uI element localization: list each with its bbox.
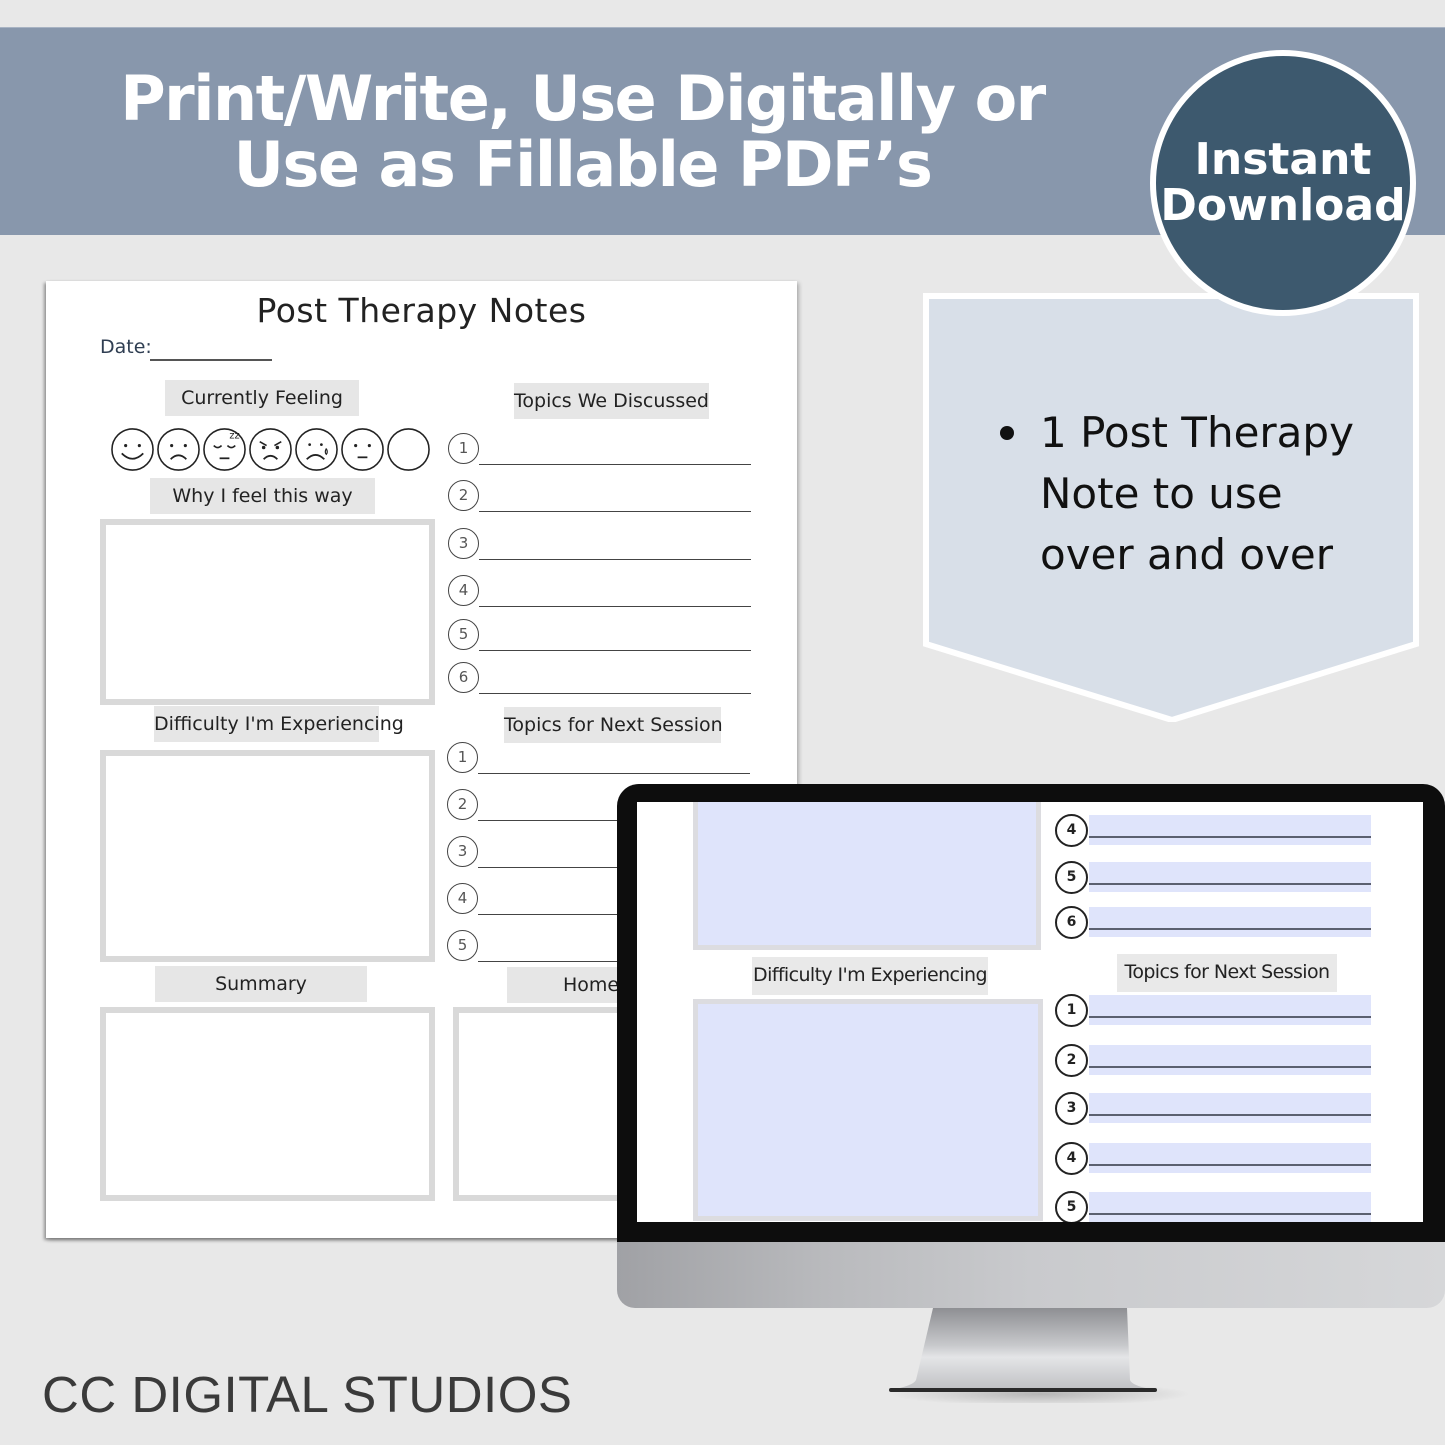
feature-line-1: 1 Post Therapy <box>1040 408 1354 457</box>
write-line <box>478 772 750 774</box>
neutral-face-icon[interactable] <box>340 427 385 472</box>
number-circle: 2 <box>1055 1044 1088 1077</box>
number-circle: 5 <box>448 619 479 650</box>
instant-download-badge: Instant Download <box>1150 50 1416 316</box>
feature-bullet: 1 Post Therapy Note to use over and over <box>1000 402 1380 585</box>
fillable-field[interactable] <box>1089 1192 1371 1222</box>
crying-face-icon[interactable] <box>294 427 339 472</box>
happy-face-icon[interactable] <box>110 427 155 472</box>
bullet-icon <box>1000 426 1014 440</box>
monitor-mockup: 4 5 6 Difficulty I'm Experiencing Topics… <box>617 784 1445 1308</box>
write-line <box>479 649 751 651</box>
monitor-screen: 4 5 6 Difficulty I'm Experiencing Topics… <box>637 802 1423 1222</box>
number-circle: 4 <box>447 883 478 914</box>
write-line <box>479 510 751 512</box>
write-line <box>1089 928 1371 930</box>
difficulty-box[interactable] <box>100 750 435 962</box>
document-title: Post Therapy Notes <box>256 291 587 330</box>
brand-name: CC DIGITAL STUDIOS <box>42 1366 573 1423</box>
number-circle: 2 <box>447 789 478 820</box>
fillable-field[interactable] <box>1089 1093 1371 1123</box>
monitor-stand <box>889 1308 1190 1403</box>
badge-line-1: Instant <box>1194 134 1372 185</box>
fillable-field[interactable] <box>1089 862 1371 892</box>
why-feel-box[interactable] <box>100 519 435 705</box>
topics-discussed-label: Topics We Discussed <box>514 383 709 419</box>
date-label: Date: <box>100 336 152 358</box>
angry-face-icon[interactable] <box>248 427 293 472</box>
why-feel-label: Why I feel this way <box>150 478 375 514</box>
write-line <box>1089 1164 1371 1166</box>
number-circle: 3 <box>448 528 479 559</box>
feelings-row: zz <box>110 427 431 471</box>
topics-next-label: Topics for Next Session <box>504 707 723 743</box>
currently-feeling-label: Currently Feeling <box>165 380 359 416</box>
screen-why-feel-field[interactable] <box>693 802 1041 950</box>
fillable-field[interactable] <box>1089 1143 1371 1173</box>
write-line <box>1089 1213 1371 1215</box>
banner-title-line-1: Print/Write, Use Digitally or <box>120 62 1046 135</box>
write-line <box>1089 1066 1371 1068</box>
date-field-line[interactable] <box>150 359 272 361</box>
number-circle: 3 <box>1055 1092 1088 1125</box>
banner-title-line-2: Use as Fillable PDF’s <box>233 128 933 201</box>
difficulty-label: Difficulty I'm Experiencing <box>154 706 404 742</box>
sad-face-icon[interactable] <box>156 427 201 472</box>
write-line <box>1089 1016 1371 1018</box>
write-line <box>479 605 751 607</box>
number-circle: 3 <box>447 836 478 867</box>
fillable-field[interactable] <box>1089 907 1371 937</box>
number-circle: 4 <box>448 575 479 606</box>
sleepy-face-icon[interactable]: zz <box>202 427 247 472</box>
write-line <box>1089 883 1371 885</box>
monitor-bezel: 4 5 6 Difficulty I'm Experiencing Topics… <box>617 784 1445 1242</box>
fillable-field[interactable] <box>1089 815 1371 845</box>
screen-difficulty-label: Difficulty I'm Experiencing <box>752 957 988 995</box>
write-line <box>479 558 751 560</box>
fillable-field[interactable] <box>1089 1045 1371 1075</box>
summary-label: Summary <box>155 966 367 1002</box>
monitor-chin <box>617 1242 1445 1308</box>
feature-line-2: Note to use <box>1040 469 1283 518</box>
badge-line-2: Download <box>1160 180 1406 231</box>
number-circle: 4 <box>1055 814 1088 847</box>
number-circle: 5 <box>1055 861 1088 894</box>
write-line <box>1089 1114 1371 1116</box>
number-circle: 6 <box>1055 906 1088 939</box>
number-circle: 1 <box>1055 994 1088 1027</box>
feature-callout: 1 Post Therapy Note to use over and over <box>922 292 1420 722</box>
blank-face-icon[interactable] <box>386 427 431 472</box>
number-circle: 2 <box>448 480 479 511</box>
screen-difficulty-field[interactable] <box>693 999 1043 1221</box>
screen-topics-next-label: Topics for Next Session <box>1117 954 1337 992</box>
number-circle: 1 <box>447 742 478 773</box>
banner-title: Print/Write, Use Digitally or Use as Fil… <box>40 66 1125 198</box>
number-circle: 1 <box>448 433 479 464</box>
number-circle: 6 <box>448 662 479 693</box>
feature-line-3: over and over <box>1040 530 1334 579</box>
fillable-field[interactable] <box>1089 995 1371 1025</box>
number-circle: 4 <box>1055 1142 1088 1175</box>
number-circle: 5 <box>1055 1191 1088 1222</box>
write-line <box>479 692 751 694</box>
write-line <box>479 463 751 465</box>
number-circle: 5 <box>447 930 478 961</box>
summary-box[interactable] <box>100 1007 435 1201</box>
svg-text:zz: zz <box>229 431 239 442</box>
write-line <box>1089 836 1371 838</box>
